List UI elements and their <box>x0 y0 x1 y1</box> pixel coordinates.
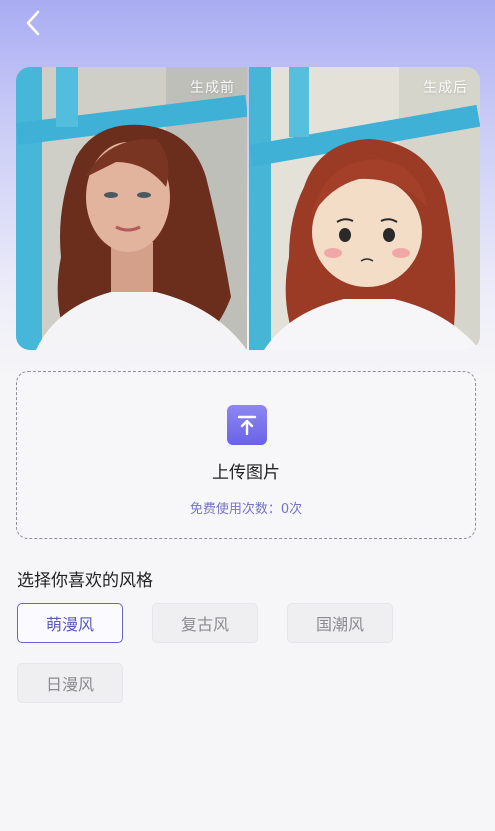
before-image: 生成前 <box>16 67 247 350</box>
style-section-title: 选择你喜欢的风格 <box>17 571 153 591</box>
upload-area[interactable]: 上传图片 免费使用次数：0次 <box>16 371 476 539</box>
before-after-comparison: 生成前 生成后 <box>16 67 480 350</box>
free-uses-count: 免费使用次数：0次 <box>189 502 303 517</box>
after-image: 生成后 <box>249 67 480 350</box>
after-label: 生成后 <box>423 80 468 96</box>
style-option-guochao[interactable]: 国潮风 <box>287 603 393 643</box>
style-option-cute-manga[interactable]: 萌漫风 <box>17 603 123 643</box>
style-option-japanese-manga[interactable]: 日漫风 <box>17 663 123 703</box>
before-label: 生成前 <box>190 80 235 96</box>
chevron-left-icon <box>26 10 40 36</box>
upload-arrow-icon[interactable] <box>227 405 267 445</box>
upload-title: 上传图片 <box>212 463 280 483</box>
style-option-retro[interactable]: 复古风 <box>152 603 258 643</box>
back-button[interactable] <box>16 6 50 40</box>
